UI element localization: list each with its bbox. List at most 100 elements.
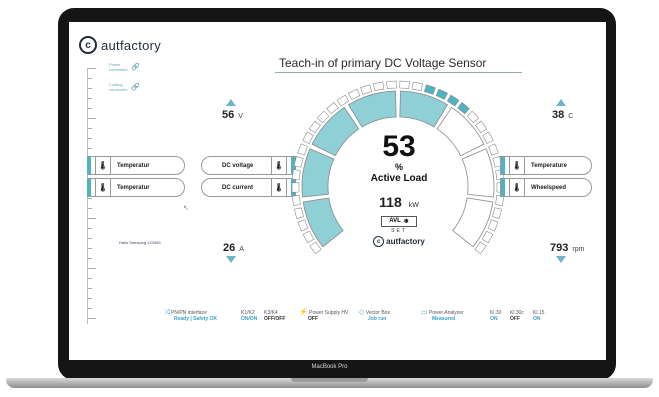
current-value: 26 <box>223 242 236 254</box>
temperature-pill[interactable]: 🌡 Temperature <box>500 156 592 175</box>
ruler-tick <box>88 228 92 229</box>
gauge-center: 53 % Active Load 118 kW AVL ❄ SET c autf… <box>349 132 449 247</box>
footer-value: ON/ON <box>241 316 258 322</box>
analyzer-icon: ▭ <box>421 309 428 316</box>
ruler-tick <box>88 78 92 79</box>
gauge-tick <box>386 80 397 89</box>
gauge-tick <box>294 207 304 219</box>
wheelspeed-value: 793 <box>550 242 569 254</box>
dc-current-pill[interactable]: DC current 🌡 <box>201 178 296 197</box>
snowflake-icon: ❄ <box>403 219 409 225</box>
footer-vector-box[interactable]: ◇ Vector Box Job run <box>359 309 390 322</box>
footer-kl15[interactable]: Kl.15 ON <box>533 310 544 322</box>
temperature-up-arrow[interactable] <box>556 99 566 106</box>
vector-icon: ◇ <box>359 309 365 316</box>
note-text: Hallo Samsung 123455 <box>119 240 161 245</box>
footer-value: OFF <box>510 316 520 322</box>
bolt-icon: ⚡ <box>299 309 308 316</box>
ruler-tick <box>88 128 92 129</box>
gauge-brand: autfactory <box>386 237 425 246</box>
footer-kl30c[interactable]: Kl.30c OFF <box>510 310 524 322</box>
ruler-tick <box>88 98 92 99</box>
gauge-tick <box>492 207 502 219</box>
footer-k1k2[interactable]: K1/K2 ON/ON <box>241 310 257 322</box>
gauge-value: 53 <box>382 130 416 163</box>
ruler-tick <box>88 118 96 119</box>
gauge-tick <box>291 169 301 180</box>
current-unit: A <box>239 246 244 253</box>
wheelspeed-pill[interactable]: 🌡 Wheelspeed <box>500 178 592 197</box>
left-temperature-pill-1[interactable]: 🌡 Temperatur <box>87 156 185 175</box>
gauge-segment <box>461 148 495 198</box>
footer-value: OFF/OFF <box>264 316 286 322</box>
ruler-tick <box>88 298 92 299</box>
pill-label: Wheelspeed <box>531 184 567 191</box>
ruler-tick <box>88 318 96 319</box>
power-value: 118 <box>379 194 402 210</box>
gauge-label: Active Load <box>370 173 428 184</box>
footer-value: Ready | Safety OK <box>174 316 218 322</box>
ruler-tick <box>88 148 92 149</box>
pill-label: Temperature <box>531 162 567 169</box>
pill-label: Temperatur <box>117 162 150 169</box>
connection-cooling[interactable]: Cooling connected <box>109 82 127 92</box>
power-unit: kW <box>408 202 419 209</box>
ruler-tick <box>88 138 92 139</box>
connection-state: connected <box>109 87 128 92</box>
voltage-value: 56 <box>222 109 235 121</box>
gauge-tick <box>482 131 494 145</box>
pill-accent <box>501 179 505 196</box>
pill-accent <box>87 157 91 174</box>
link-icon: 🔗 <box>131 84 140 91</box>
gauge-unit: % <box>394 162 403 172</box>
footer-power-analyzer[interactable]: ▭ Power Analyzer Measured <box>421 309 464 322</box>
gauge-tick <box>297 143 308 156</box>
shuffle-icon: ⤨ <box>164 309 170 316</box>
gauge-tick <box>326 102 339 115</box>
pill-accent <box>501 157 505 174</box>
dc-voltage-pill[interactable]: DC voltage 🌡 <box>201 156 296 175</box>
ruler-tick <box>88 268 96 269</box>
footer-value: OFF <box>308 316 318 322</box>
link-icon: 🔗 <box>131 64 140 71</box>
pill-label: DC current <box>222 184 254 191</box>
wheelspeed-down-arrow[interactable] <box>556 256 566 263</box>
ruler-tick <box>88 208 92 209</box>
left-temperature-pill-2[interactable]: 🌡 Temperatur <box>87 178 185 197</box>
footer-k3k4[interactable]: K3/K4 OFF/OFF <box>264 310 285 322</box>
gauge-tick <box>297 219 309 232</box>
ruler-tick <box>88 68 96 69</box>
gauge-tick <box>487 219 499 232</box>
current-down-arrow[interactable] <box>226 256 236 263</box>
thermometer-icon: 🌡 <box>95 179 111 196</box>
ruler-tick <box>88 108 92 109</box>
ruler-tick <box>88 88 92 89</box>
thermometer-icon: 🌡 <box>509 157 525 174</box>
gauge-tick <box>475 120 488 134</box>
current-readout: 26 A <box>223 242 244 254</box>
ruler-tick <box>88 218 96 219</box>
gauge-tick <box>316 110 330 124</box>
footer-pn-interface[interactable]: ⤨ PN/PN interface Ready | Safety OK <box>164 309 218 322</box>
gauge-tick <box>423 84 436 95</box>
gauge-tick <box>399 80 410 89</box>
voltage-readout: 56 V <box>222 109 243 121</box>
ruler-tick <box>88 248 92 249</box>
gauge-tick <box>474 241 487 255</box>
gauge-segment <box>301 148 335 198</box>
connection-power[interactable]: Power connected <box>109 62 127 72</box>
thermometer-icon: 🌡 <box>95 157 111 174</box>
gauge-tick <box>488 143 499 156</box>
wheelspeed-readout: 793 rpm <box>550 242 584 254</box>
gauge-tick <box>435 88 448 100</box>
footer-kl30[interactable]: Kl.30 ON <box>490 310 501 322</box>
voltage-up-arrow[interactable] <box>226 99 236 106</box>
avl-badge[interactable]: AVL ❄ <box>381 216 417 227</box>
gauge-tick <box>308 120 321 134</box>
gauge-tick <box>293 156 304 168</box>
footer-power-supply[interactable]: ⚡ Power Supply HV OFF <box>299 309 348 322</box>
pill-label: DC voltage <box>222 162 254 169</box>
gauge-tick <box>481 230 494 244</box>
gauge-tick <box>292 195 301 206</box>
ruler-tick <box>88 308 92 309</box>
